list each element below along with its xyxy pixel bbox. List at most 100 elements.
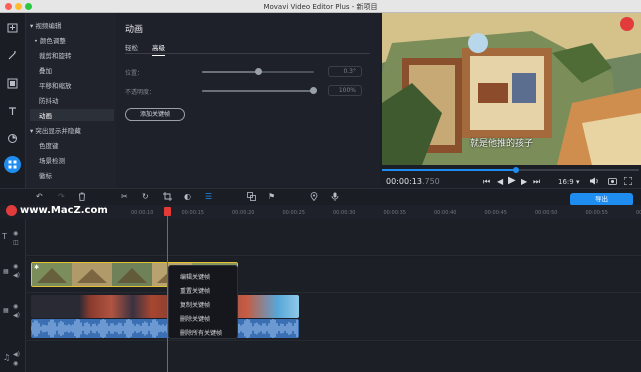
opacity-slider-fill (202, 90, 314, 92)
mute-icon[interactable]: ◀) (13, 272, 20, 279)
ruler-tick-label: 00:00:50 (535, 210, 558, 216)
marker-flag-icon[interactable]: ⚑ (268, 192, 275, 201)
left-toolbar (0, 13, 26, 188)
watermark-logo-icon (6, 205, 17, 216)
ruler-tick-label: 00:00:20 (232, 210, 255, 216)
menu-item-crop-rotate[interactable]: 裁剪和旋转 (39, 50, 72, 60)
add-keyframe-button[interactable]: 添加关键帧 (125, 108, 185, 121)
aspect-ratio-select[interactable]: 16:9 ▾ (558, 178, 579, 186)
position-slider-thumb[interactable] (255, 68, 262, 75)
position-slider[interactable] (202, 68, 314, 75)
fullscreen-icon[interactable] (623, 176, 633, 187)
transitions-icon[interactable] (4, 130, 21, 147)
timecode-display: 00:00:13.750 (386, 177, 440, 186)
menu-item-animation[interactable]: 动画 (39, 110, 52, 120)
position-value-field[interactable]: 0.3° (328, 66, 362, 77)
next-frame-icon[interactable]: ▶ (521, 177, 527, 186)
category-highlight-hide[interactable]: ▾ 突出显示并隐藏 (30, 125, 81, 135)
mute-icon[interactable]: ◀) (13, 351, 20, 358)
delete-icon[interactable] (78, 192, 86, 203)
timecode-main: 00:00:13 (386, 177, 422, 186)
visibility-icon[interactable]: ◉ (13, 360, 18, 367)
menu-delete-keyframe[interactable]: 删除关键帧 (180, 314, 210, 323)
menu-item-stabilize[interactable]: 防抖动 (39, 95, 59, 105)
magic-wand-icon[interactable] (4, 47, 21, 64)
menu-item-overlay[interactable]: 叠加 (39, 65, 52, 75)
opacity-slider-thumb[interactable] (310, 87, 317, 94)
ruler-tick-label: 00:00:30 (333, 210, 356, 216)
crop-icon[interactable] (163, 192, 172, 203)
redo-icon[interactable]: ↷ (58, 192, 65, 201)
visibility-icon[interactable]: ◉ (13, 263, 18, 270)
clip-properties-icon[interactable]: ☰ (205, 192, 212, 201)
menu-delete-all-keyframes[interactable]: 删除所有关键帧 (180, 328, 222, 337)
titles-icon[interactable] (4, 103, 21, 120)
prev-frame-icon[interactable]: ◀ (497, 177, 503, 186)
filters-icon[interactable] (4, 75, 21, 92)
ruler-tick-label: 00:00:25 (282, 210, 305, 216)
rotate-icon[interactable]: ↻ (142, 192, 149, 201)
timeline-ruler[interactable]: 00:00:10 00:00:15 00:00:20 00:00:25 00:00:30… (26, 205, 641, 219)
settings-title: 动画 (125, 25, 144, 35)
visibility-icon[interactable]: ◉ (13, 230, 18, 237)
position-slider-fill (202, 71, 258, 73)
tab-easy[interactable]: 轻松 (125, 42, 138, 52)
video-clip[interactable] (31, 295, 299, 318)
go-start-icon[interactable]: ⏮ (483, 177, 490, 187)
video-track-icon: ▦ (3, 307, 9, 314)
watermark: www.MacZ.com (6, 205, 108, 216)
playback-progress[interactable] (382, 167, 639, 173)
playback-progress-fill (382, 169, 516, 171)
video-preview: 就是他推的孩子 (382, 13, 641, 165)
ruler-tick-label: 00:00:35 (383, 210, 406, 216)
menu-item-scene-detection[interactable]: 场景检测 (39, 155, 65, 165)
keyframe-star-icon: ✱ (34, 264, 40, 271)
more-tools-icon[interactable] (4, 156, 21, 173)
volume-icon[interactable] (590, 177, 599, 187)
ruler-tick-label: 00:00:45 (484, 210, 507, 216)
player-controls: 00:00:13.750 ⏮ ◀ ▶ ▶ ⏭ 16:9 ▾ (380, 165, 641, 188)
menu-item-pan-zoom[interactable]: 平移和缩放 (39, 80, 72, 90)
opacity-slider[interactable] (202, 87, 317, 94)
watermark-text: www.MacZ.com (20, 205, 108, 216)
overlay-icon[interactable] (247, 192, 256, 203)
location-icon[interactable] (310, 192, 318, 203)
tab-divider (125, 53, 370, 54)
visibility-icon[interactable]: ◉ (13, 303, 18, 310)
ruler-tick-label: 00:00:40 (434, 210, 457, 216)
waveform-path (31, 319, 298, 338)
opacity-label: 不透明度： (125, 89, 156, 96)
title-track-icon: T (2, 232, 7, 241)
import-icon[interactable] (4, 19, 21, 36)
play-icon[interactable]: ▶ (508, 175, 516, 186)
ruler-tick-label: 00:00:15 (181, 210, 204, 216)
go-end-icon[interactable]: ⏭ (533, 177, 540, 187)
audio-track[interactable] (26, 342, 641, 372)
menu-edit-keyframe[interactable]: 编辑关键帧 (180, 272, 210, 281)
overlay-track-icon: ▦ (3, 268, 9, 275)
title-track[interactable] (26, 219, 641, 256)
timecode-ms: .750 (421, 177, 440, 186)
ruler-tick-label: 00:00:10 (131, 210, 154, 216)
microphone-icon[interactable] (331, 192, 339, 203)
category-video-editing[interactable]: ▾ 视频编辑 (30, 20, 61, 30)
menu-item-chroma-key[interactable]: 色度键 (39, 140, 59, 150)
color-adjust-icon[interactable]: ◐ (184, 192, 191, 201)
snapshot-icon[interactable] (608, 177, 617, 187)
audio-clip[interactable] (31, 319, 299, 338)
playhead-handle[interactable] (164, 207, 171, 216)
menu-copy-keyframe[interactable]: 复制关键帧 (180, 300, 210, 309)
preview-subtitle: 就是他推的孩子 (470, 139, 534, 149)
menu-item-color-adjust[interactable]: • 颜色调整 (34, 35, 66, 45)
menu-reset-keyframe[interactable]: 重置关键帧 (180, 286, 210, 295)
keyframe-context-menu: 编辑关键帧 重置关键帧 复制关键帧 删除关键帧 删除所有关键帧 (168, 265, 238, 339)
lock-icon[interactable]: ◫ (13, 239, 19, 246)
undo-icon[interactable]: ↶ (36, 192, 43, 201)
menu-item-logo[interactable]: 徽标 (39, 170, 52, 180)
title-bar: Movavi Video Editor Plus - 新项目 (0, 0, 641, 13)
position-label: 位置： (125, 70, 144, 77)
mute-icon[interactable]: ◀) (13, 312, 20, 319)
opacity-value-field[interactable]: 100% (328, 85, 362, 96)
cut-icon[interactable]: ✂ (121, 192, 128, 201)
playback-progress-thumb[interactable] (513, 167, 519, 173)
